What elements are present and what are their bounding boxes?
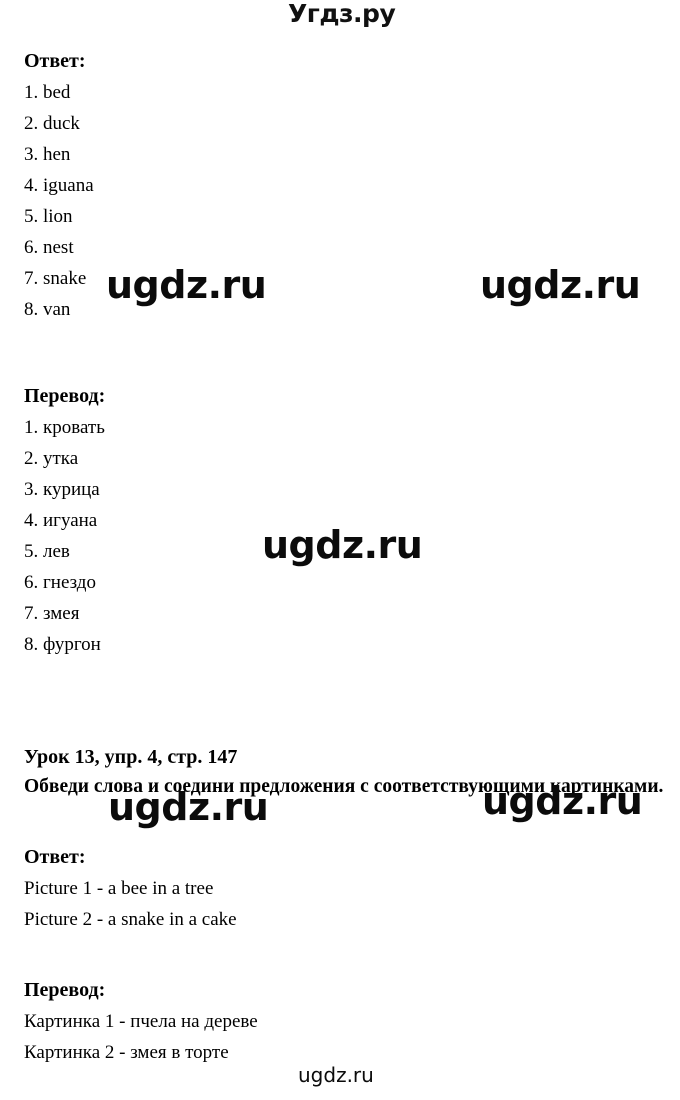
list-item: 8. van bbox=[24, 299, 71, 320]
translation-heading-exercise-b: Перевод: bbox=[24, 979, 106, 1001]
answer-list-exercise-a: 1. bed 2. duck 3. hen 4. iguana 5. lion … bbox=[24, 77, 664, 325]
content-area: Ответ: 1. bed 2. duck 3. hen 4. iguana 5… bbox=[24, 46, 664, 1068]
list-item: 7. snake bbox=[24, 268, 87, 289]
site-logo[interactable]: Угдз.ру bbox=[288, 0, 396, 28]
list-item: 1. bed bbox=[24, 82, 71, 103]
exercise-prompt: Обведи слова и соедини предложения с соо… bbox=[24, 776, 664, 797]
answer-heading-exercise-b: Ответ: bbox=[24, 846, 86, 868]
page-root: { "site": { "logo_text": "Угдз.ру", "wat… bbox=[0, 0, 680, 1100]
list-item: 3. курица bbox=[24, 479, 100, 500]
list-item: 6. nest bbox=[24, 237, 74, 258]
answer-line: Picture 1 - a bee in a tree bbox=[24, 878, 214, 899]
list-item: 2. утка bbox=[24, 448, 79, 469]
translation-line: Картинка 2 - змея в торте bbox=[24, 1042, 229, 1063]
list-item: 4. игуана bbox=[24, 510, 98, 531]
translation-line: Картинка 1 - пчела на дереве bbox=[24, 1011, 258, 1032]
list-item: 5. lion bbox=[24, 206, 73, 227]
translation-list-exercise-a: 1. кровать 2. утка 3. курица 4. игуана 5… bbox=[24, 412, 664, 660]
translation-heading-exercise-a: Перевод: bbox=[24, 385, 106, 407]
list-item: 3. hen bbox=[24, 144, 71, 165]
list-item: 4. iguana bbox=[24, 175, 94, 196]
answer-line: Picture 2 - a snake in a cake bbox=[24, 909, 237, 930]
list-item: 7. змея bbox=[24, 603, 80, 624]
list-item: 2. duck bbox=[24, 113, 80, 134]
list-item: 1. кровать bbox=[24, 417, 105, 438]
exercise-title: Урок 13, упр. 4, стр. 147 bbox=[24, 746, 238, 768]
list-item: 8. фургон bbox=[24, 634, 101, 655]
list-item: 5. лев bbox=[24, 541, 70, 562]
list-item: 6. гнездо bbox=[24, 572, 96, 593]
answer-heading-exercise-a: Ответ: bbox=[24, 50, 86, 72]
